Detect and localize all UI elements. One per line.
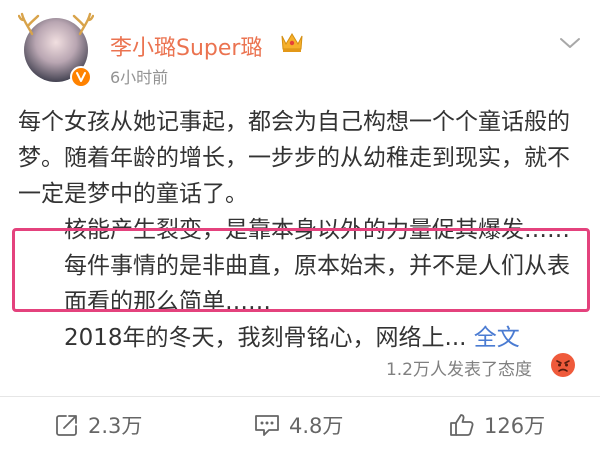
reactions-count: 1.2万人发表了态度 [385,360,532,380]
post-timestamp: 6小时前 [110,68,169,87]
highlight-annotation [12,228,590,312]
avatar[interactable] [18,12,94,88]
thumbs-up-icon [450,414,474,436]
repost-count: 2.3万 [88,414,143,438]
comment-count: 4.8万 [289,414,344,438]
chevron-down-icon[interactable] [558,34,582,52]
angry-emoji-icon [551,353,575,377]
comment-icon [255,415,279,436]
username-link[interactable]: 李小璐Super璐 [110,30,262,62]
verified-badge-icon [70,66,92,88]
repost-icon [56,415,77,436]
action-toolbar: 2.3万 4.8万 126万 [0,397,600,450]
truncated-text: 2018年的冬天，我刻骨铭心，网络上... [64,325,474,351]
antler-decoration-icon [18,12,94,36]
post-header: 李小璐Super璐 6小时前 [0,0,600,96]
read-more-link[interactable]: 全文 [474,325,520,351]
crown-icon [281,33,303,52]
like-button[interactable]: 126万 [448,411,545,439]
like-count: 126万 [484,414,546,438]
comment-button[interactable]: 4.8万 [253,411,343,439]
post-paragraph-truncated: 2018年的冬天，我刻骨铭心，网络上... 全文 [18,320,584,356]
post-paragraph: 每个女孩从她记事起，都会为自己构想一个个童话般的梦。随着年龄的增长，一步步的从幼… [18,109,570,207]
repost-button[interactable]: 2.3万 [54,411,142,439]
